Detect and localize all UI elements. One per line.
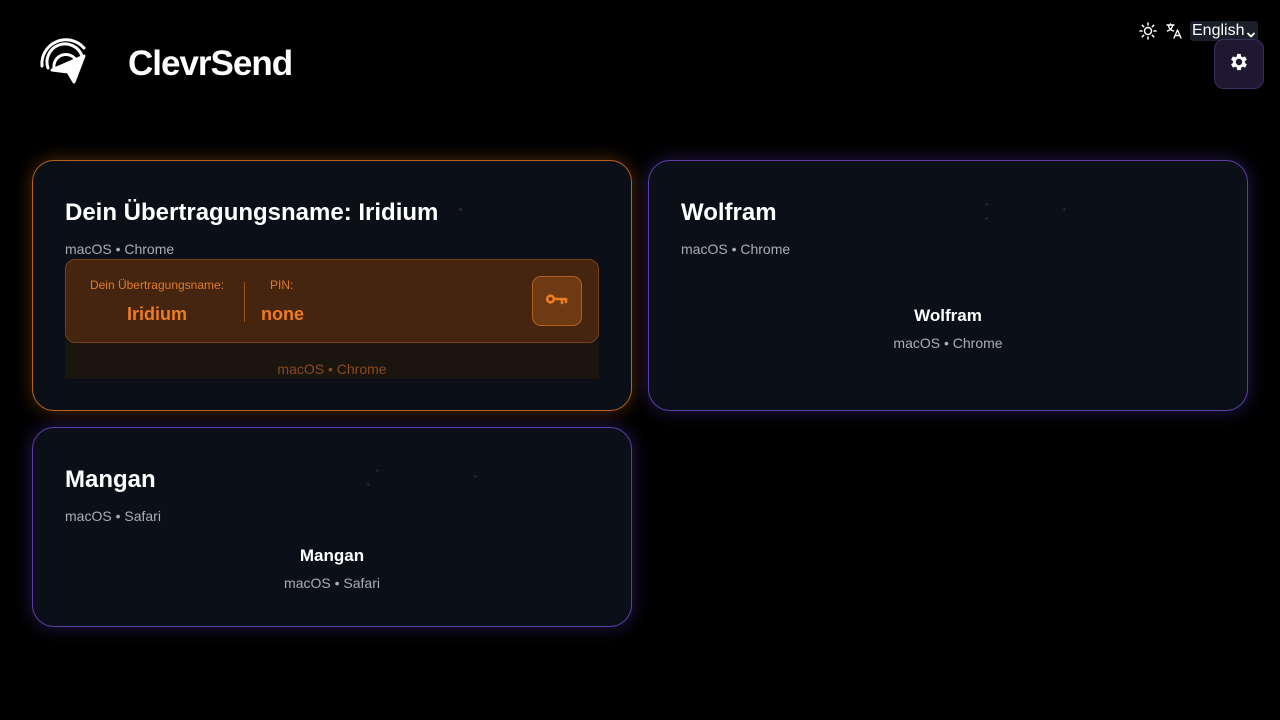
gear-icon xyxy=(1228,51,1250,78)
info-divider xyxy=(244,282,245,322)
peer-card-title: Mangan xyxy=(65,466,156,493)
self-card-footer-text: macOS • Chrome xyxy=(277,361,387,377)
decor-dot xyxy=(376,469,379,472)
peer-card-subtitle: macOS • Safari xyxy=(65,508,161,524)
translate-icon xyxy=(1164,21,1184,41)
app-title: ClevrSend xyxy=(128,44,293,83)
peer-center-name: Mangan xyxy=(299,546,365,565)
pin-group: PIN: none xyxy=(261,278,304,325)
pin-value: none xyxy=(261,304,304,324)
decor-dot xyxy=(1063,208,1066,211)
decor-dot xyxy=(985,217,988,220)
self-device-card: Dein Übertragungsname: Iridium macOS • C… xyxy=(32,160,632,411)
transfer-name-value: Iridium xyxy=(126,304,187,324)
peer-device-card[interactable]: Wolfram macOS • Chrome Wolfram macOS • C… xyxy=(648,160,1248,411)
set-pin-button[interactable] xyxy=(532,276,582,326)
key-icon xyxy=(545,292,569,311)
settings-button[interactable] xyxy=(1214,39,1264,89)
paper-plane-logo-icon xyxy=(38,36,90,88)
transfer-name-group: Dein Übertragungsname: Iridium xyxy=(82,278,232,325)
peer-card-title: Wolfram xyxy=(681,199,777,226)
peer-center-name: Wolfram xyxy=(914,306,982,325)
sun-icon[interactable] xyxy=(1138,21,1158,41)
pin-label: PIN: xyxy=(270,278,294,292)
peer-device-card[interactable]: Mangan macOS • Safari Mangan macOS • Saf… xyxy=(32,427,632,627)
peer-center-subtitle: macOS • Safari xyxy=(284,575,380,591)
peer-card-subtitle: macOS • Chrome xyxy=(681,241,791,257)
transfer-name-label: Dein Übertragungsname: xyxy=(89,278,225,292)
decor-dot xyxy=(367,483,370,486)
self-info-box: Dein Übertragungsname: Iridium PIN: none xyxy=(65,259,599,343)
decor-dot xyxy=(459,208,462,211)
self-card-title: Dein Übertragungsname: Iridium xyxy=(65,199,439,226)
decor-dot xyxy=(474,475,477,478)
language-select[interactable]: English xyxy=(1190,21,1259,41)
chevron-down-icon xyxy=(1246,26,1256,38)
peer-center-subtitle: macOS • Chrome xyxy=(893,335,1003,351)
decor-dot xyxy=(985,203,988,206)
language-value: English xyxy=(1192,22,1245,39)
self-card-subtitle: macOS • Chrome xyxy=(65,241,175,257)
